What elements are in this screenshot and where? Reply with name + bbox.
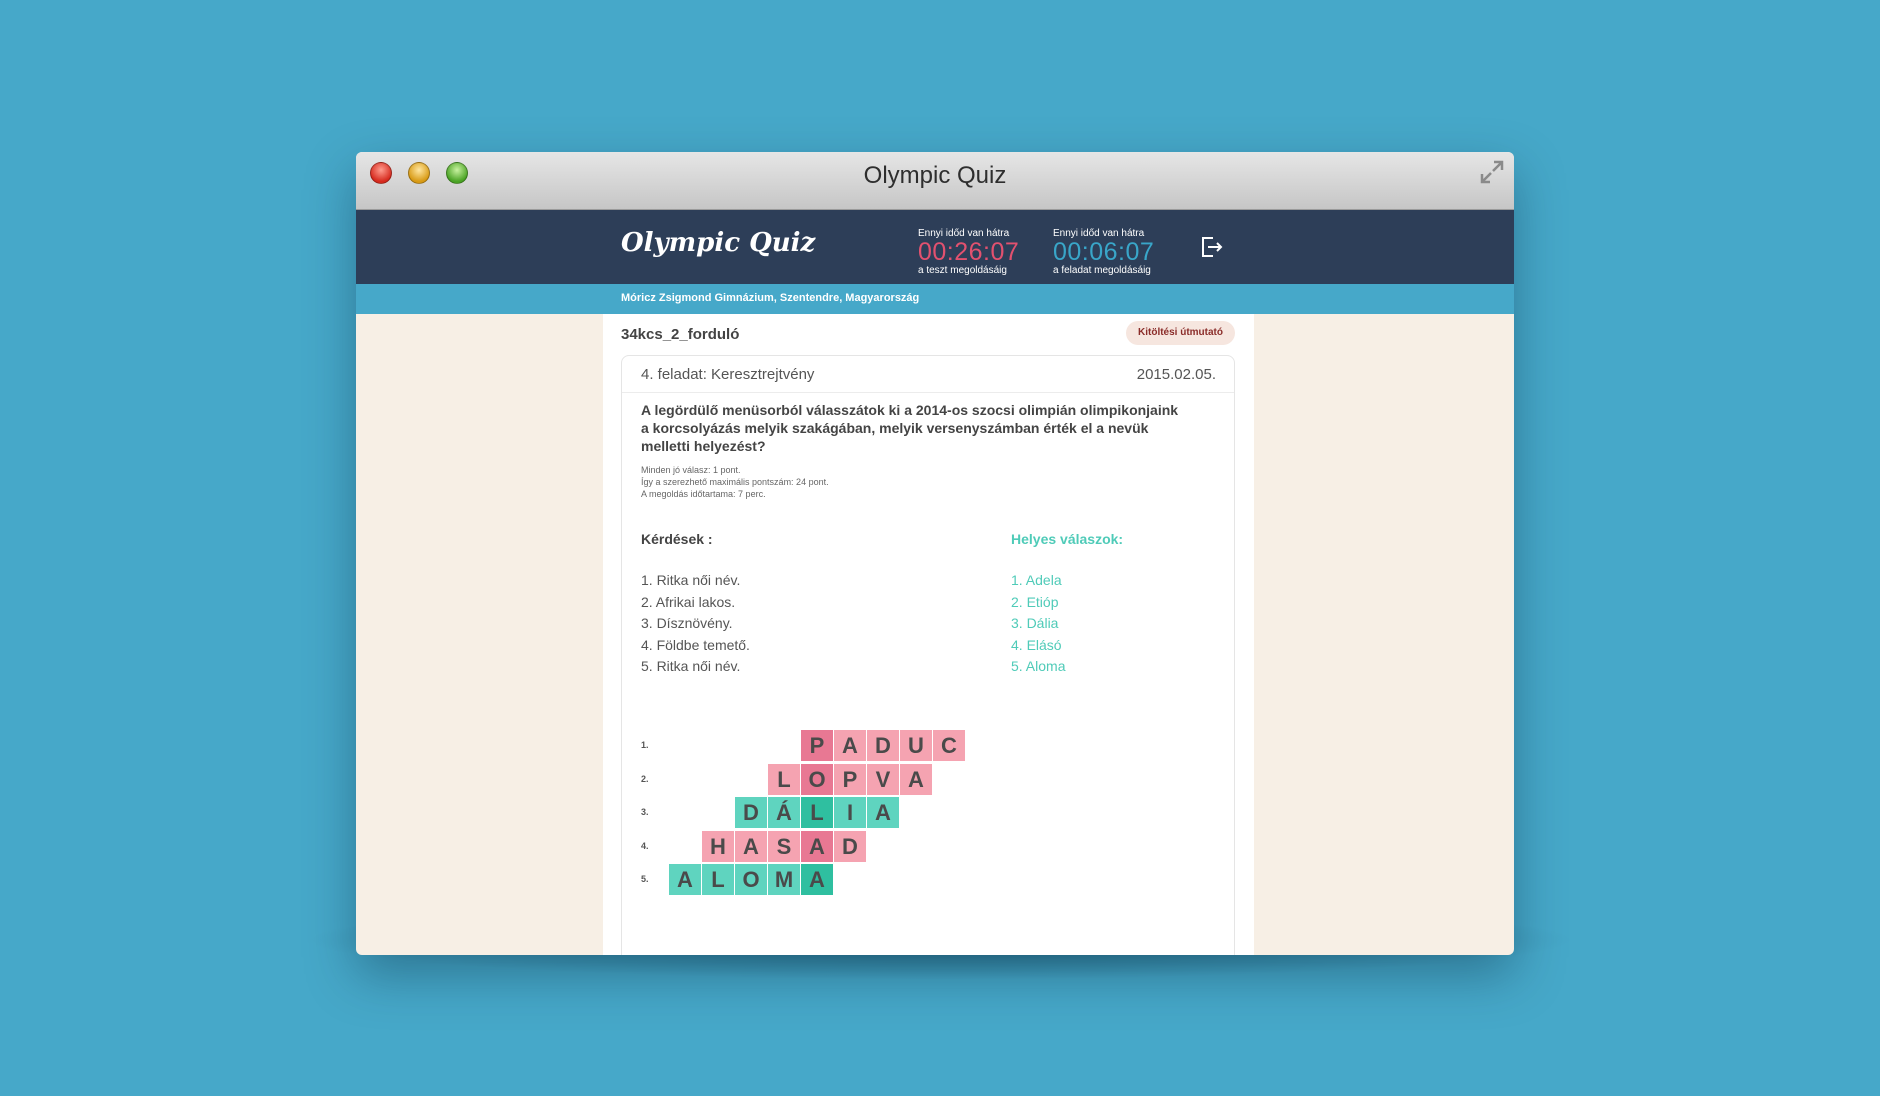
list-item: 3. Dália xyxy=(1011,615,1059,631)
crossword-cell[interactable]: C xyxy=(933,730,965,761)
task-card: 4. feladat: Keresztrejtvény 2015.02.05. … xyxy=(621,355,1235,955)
note-line: A megoldás időtartama: 7 perc. xyxy=(641,489,766,499)
crossword-cell[interactable]: S xyxy=(768,830,800,862)
list-item: 1. Ritka női név. xyxy=(641,572,741,588)
test-timer-label-bottom: a teszt megoldásáig xyxy=(918,265,1007,276)
task-card-header: 4. feladat: Keresztrejtvény 2015.02.05. xyxy=(622,356,1234,393)
answers-heading: Helyes válaszok: xyxy=(1011,531,1124,547)
crossword-cell[interactable]: P xyxy=(801,730,833,761)
list-item: 1. Adela xyxy=(1011,572,1062,588)
note-line: Minden jó válasz: 1 pont. xyxy=(641,465,741,475)
test-timer: Ennyi időd van hátra 00:26:07 a teszt me… xyxy=(918,228,1019,276)
task-timer-label-bottom: a feladat megoldásáig xyxy=(1053,265,1151,276)
crossword-row-label: 1. xyxy=(641,740,649,750)
school-bar: Móricz Zsigmond Gimnázium, Szentendre, M… xyxy=(356,284,1514,314)
questions-heading: Kérdések : xyxy=(641,531,713,547)
logout-icon[interactable] xyxy=(1198,234,1224,260)
task-notes: Minden jó válasz: 1 pont. Így a szerezhe… xyxy=(641,464,829,500)
crossword-cell[interactable]: Á xyxy=(768,797,800,828)
crossword-cell[interactable]: L xyxy=(702,864,734,895)
crossword-cell[interactable]: A xyxy=(735,830,767,862)
crossword-cell[interactable]: L xyxy=(801,797,833,828)
crossword-cell[interactable]: D xyxy=(735,797,767,828)
fullscreen-icon[interactable] xyxy=(1478,158,1506,186)
crossword-cell[interactable]: H xyxy=(702,830,734,862)
app-header: Olympic Quiz Ennyi időd van hátra 00:26:… xyxy=(356,210,1514,284)
crossword-cell[interactable]: O xyxy=(735,864,767,895)
task-name: 4. feladat: Keresztrejtvény xyxy=(641,366,815,383)
crossword-cell[interactable]: P xyxy=(834,763,866,795)
round-title: 34kcs_2_forduló xyxy=(621,326,740,343)
main-content: 34kcs_2_forduló Kitöltési útmutató 4. fe… xyxy=(603,314,1254,955)
list-item: 5. Aloma xyxy=(1011,658,1066,674)
crossword-row-label: 2. xyxy=(641,773,649,784)
crossword-cell[interactable]: A xyxy=(867,797,899,828)
crossword-row-label: 4. xyxy=(641,840,649,851)
list-item: 2. Afrikai lakos. xyxy=(641,593,736,610)
school-name: Móricz Zsigmond Gimnázium, Szentendre, M… xyxy=(621,292,920,304)
crossword-cell[interactable]: A xyxy=(900,763,932,795)
note-line: Így a szerezhető maximális pontszám: 24 … xyxy=(641,477,829,487)
crossword-cell[interactable]: U xyxy=(900,730,932,761)
task-date: 2015.02.05. xyxy=(1136,366,1216,383)
task-timer: Ennyi időd van hátra 00:06:07 a feladat … xyxy=(1053,228,1154,276)
task-question: A legördülő menüsorból válasszátok ki a … xyxy=(641,402,1179,454)
app-logo[interactable]: Olympic Quiz xyxy=(621,228,815,258)
list-item: 5. Ritka női név. xyxy=(641,658,741,674)
crossword-cell[interactable]: V xyxy=(867,763,899,795)
crossword-cell[interactable]: A xyxy=(801,864,833,895)
window-title: Olympic Quiz xyxy=(863,162,1007,189)
guide-button[interactable]: Kitöltési útmutató xyxy=(1126,321,1235,345)
crossword-row-label: 3. xyxy=(641,807,649,817)
test-timer-value: 00:26:07 xyxy=(918,238,1020,266)
questions-list: 1. Ritka női név. 2. Afrikai lakos. 3. D… xyxy=(641,570,750,678)
list-item: 3. Dísznövény. xyxy=(641,615,733,631)
title-bar: Olympic Quiz xyxy=(356,152,1514,210)
crossword-cell[interactable]: A xyxy=(669,864,701,895)
list-item: 4. Földbe temető. xyxy=(641,636,750,653)
crossword-cell[interactable]: A xyxy=(834,730,866,761)
crossword-row-label: 5. xyxy=(641,874,649,884)
crossword-cell[interactable]: D xyxy=(867,730,899,761)
crossword-cell[interactable]: I xyxy=(834,797,866,828)
crossword-cell[interactable]: A xyxy=(801,830,833,862)
crossword-cell[interactable]: D xyxy=(834,830,866,862)
task-timer-value: 00:06:07 xyxy=(1053,238,1155,266)
list-item: 2. Etióp xyxy=(1011,593,1059,610)
answers-list: 1. Adela 2. Etióp 3. Dália 4. Elásó 5. A… xyxy=(1011,570,1065,678)
crossword-cell[interactable]: M xyxy=(768,864,800,895)
list-item: 4. Elásó xyxy=(1011,636,1062,653)
crossword-cell[interactable]: O xyxy=(801,763,833,795)
crossword-cell[interactable]: L xyxy=(768,763,800,795)
app-window: Olympic Quiz Olympic Quiz Ennyi időd van… xyxy=(356,152,1514,955)
